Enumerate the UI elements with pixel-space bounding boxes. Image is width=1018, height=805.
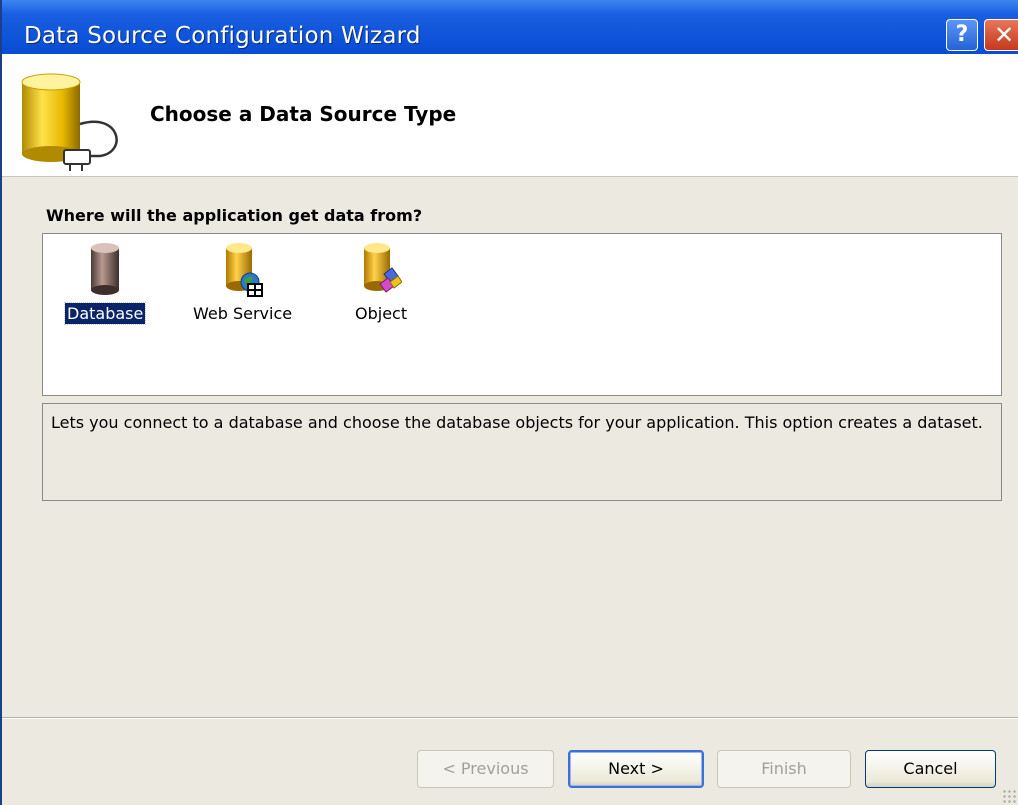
data-source-type-list[interactable]: Database Web Service Object xyxy=(42,233,1002,396)
cancel-button[interactable]: Cancel xyxy=(865,750,996,788)
web-service-icon xyxy=(225,243,263,297)
footer-divider xyxy=(2,717,1018,719)
close-icon: ✕ xyxy=(993,21,1015,49)
database-icon xyxy=(91,243,120,295)
option-database[interactable]: Database xyxy=(63,242,147,325)
option-description: Lets you connect to a database and choos… xyxy=(42,403,1002,501)
page-heading: Choose a Data Source Type xyxy=(150,102,457,126)
object-icon xyxy=(364,243,403,293)
close-button[interactable]: ✕ xyxy=(984,19,1018,51)
window-title: Data Source Configuration Wizard xyxy=(24,23,421,49)
resize-grip[interactable] xyxy=(1002,789,1016,803)
database-plug-icon xyxy=(21,73,118,171)
question-label: Where will the application get data from… xyxy=(46,206,423,225)
help-button[interactable]: ? xyxy=(946,19,978,51)
option-object[interactable]: Object xyxy=(353,242,409,323)
option-web-service[interactable]: Web Service xyxy=(191,242,294,323)
option-web-service-label: Web Service xyxy=(193,304,293,323)
previous-button[interactable]: < Previous xyxy=(417,750,554,788)
option-database-label: Database xyxy=(63,302,147,325)
option-object-label: Object xyxy=(355,304,408,323)
wizard-header: Choose a Data Source Type xyxy=(2,54,1018,177)
help-icon: ? xyxy=(955,22,969,47)
wizard-window: Data Source Configuration Wizard ? ✕ Cho… xyxy=(0,0,1018,805)
next-button[interactable]: Next > xyxy=(568,750,704,788)
finish-button[interactable]: Finish xyxy=(717,750,851,788)
